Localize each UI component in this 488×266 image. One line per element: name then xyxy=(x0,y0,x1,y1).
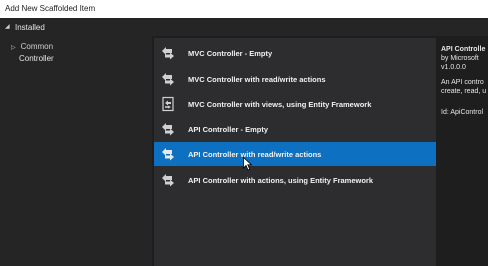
collapse-arrow-icon[interactable]: ◢ xyxy=(5,23,10,30)
details-description: An API contro xyxy=(441,79,484,86)
template-list: MVC Controller - Empty MVC Controller wi… xyxy=(154,38,436,266)
tree-item-common[interactable]: ▷ Common xyxy=(11,42,53,51)
template-label: MVC Controller with views, using Entity … xyxy=(188,100,372,109)
template-label: API Controller - Empty xyxy=(188,125,269,134)
tree-item-controller-label: Controller xyxy=(19,54,54,63)
dialog-titlebar: Add New Scaffolded Item xyxy=(0,0,488,18)
tree-item-controller[interactable]: Controller xyxy=(19,54,54,63)
dialog-title: Add New Scaffolded Item xyxy=(5,4,96,13)
controller-views-icon xyxy=(162,96,174,112)
installed-header[interactable]: ◢ Installed xyxy=(0,18,488,36)
template-item[interactable]: API Controller with actions, using Entit… xyxy=(154,168,436,192)
details-title: API Controlle xyxy=(441,46,486,53)
controller-icon xyxy=(162,174,174,187)
details-description-cont: create, read, u xyxy=(441,88,487,95)
details-pane: API Controlle by Microsoft v1.0.0.0 An A… xyxy=(436,38,488,266)
controller-icon xyxy=(162,123,174,136)
category-tree: ▷ Common Controller xyxy=(0,36,152,266)
details-version: v1.0.0.0 xyxy=(441,64,466,71)
template-item-selected[interactable]: API Controller with read/write actions xyxy=(154,142,436,166)
tree-item-common-label: Common xyxy=(20,42,54,51)
controller-icon xyxy=(162,47,174,60)
template-label: API Controller with read/write actions xyxy=(188,150,322,159)
template-item[interactable]: MVC Controller with views, using Entity … xyxy=(154,92,436,116)
template-label: API Controller with actions, using Entit… xyxy=(188,176,374,185)
template-item[interactable]: MVC Controller - Empty xyxy=(154,41,436,65)
details-author: by Microsoft xyxy=(441,55,479,62)
controller-icon xyxy=(162,148,174,161)
details-id: Id: ApiControl xyxy=(441,109,484,116)
template-item[interactable]: API Controller - Empty xyxy=(154,117,436,141)
template-item[interactable]: MVC Controller with read/write actions xyxy=(154,67,436,91)
expand-arrow-icon[interactable]: ▷ xyxy=(11,45,16,51)
controller-icon xyxy=(162,73,174,86)
template-label: MVC Controller with read/write actions xyxy=(188,75,326,84)
mouse-cursor-icon xyxy=(243,157,253,171)
template-label: MVC Controller - Empty xyxy=(188,49,273,58)
installed-label: Installed xyxy=(15,23,45,32)
